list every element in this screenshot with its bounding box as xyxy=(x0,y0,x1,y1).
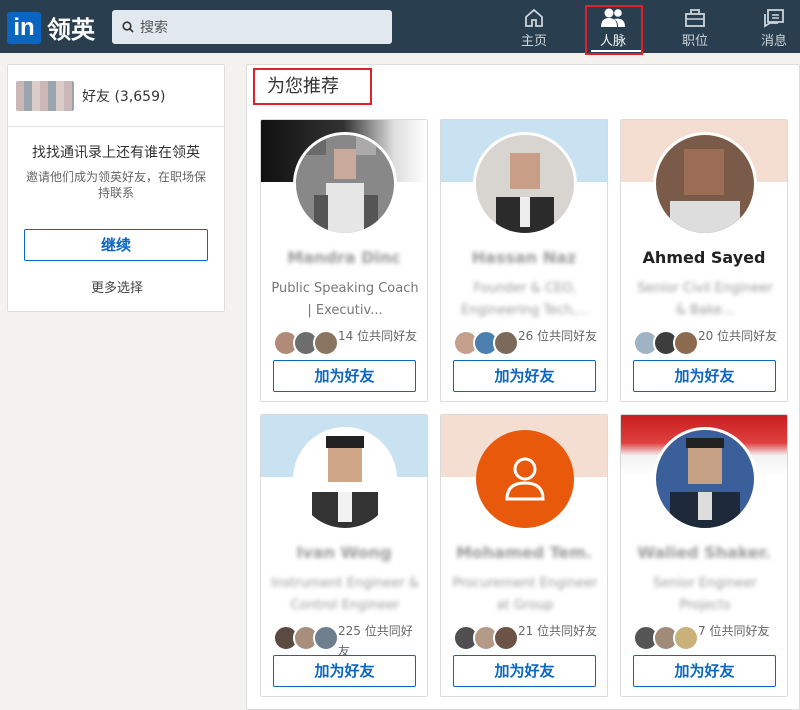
person-name[interactable]: Mandra Dinc xyxy=(261,248,427,267)
person-card[interactable]: Ivan Wong Instrument Engineer & Control … xyxy=(260,414,428,697)
linkedin-logo[interactable]: in 领英 xyxy=(7,10,95,45)
nav-messages[interactable]: 消息 xyxy=(761,6,787,52)
search-placeholder: 搜索 xyxy=(140,20,168,36)
mutual-friends-count[interactable]: 20 位共同好友 xyxy=(698,326,782,346)
person-card[interactable]: Ahmed Sayed Senior Civil Engineer & Bake… xyxy=(620,119,788,402)
person-headline: Founder & CEO, Engineering Tech,... xyxy=(461,281,589,318)
mutual-friends-avatars xyxy=(633,330,699,356)
nav-home-label: 主页 xyxy=(521,34,548,49)
person-name[interactable]: Walied Shaker. xyxy=(621,543,787,562)
friends-count: 好友 (3,659) xyxy=(82,88,166,105)
mutual-friends-avatars xyxy=(453,625,519,651)
avatar xyxy=(493,330,519,356)
mutual-friends-count[interactable]: 21 位共同好友 xyxy=(518,621,602,641)
home-icon xyxy=(523,6,545,30)
nav-jobs[interactable]: 职位 xyxy=(682,6,708,52)
logo-mark: in xyxy=(7,11,41,44)
person-headline: Senior Civil Engineer & Bake... xyxy=(637,281,773,318)
person-card[interactable]: Hassan Naz Founder & CEO, Engineering Te… xyxy=(440,119,608,402)
search-input[interactable]: 搜索 xyxy=(112,10,392,44)
nav-home[interactable]: 主页 xyxy=(521,6,547,52)
nav-active-underline xyxy=(591,50,641,52)
add-friend-button[interactable]: 加为好友 xyxy=(633,655,776,687)
avatar xyxy=(673,330,699,356)
person-headline: Senior Engineer Projects xyxy=(653,576,757,613)
mutual-friends-avatars xyxy=(273,330,339,356)
profile-photo[interactable] xyxy=(473,427,577,531)
person-name[interactable]: Mohamed Tem. xyxy=(441,543,607,562)
person-name[interactable]: Hassan Naz xyxy=(441,248,607,267)
avatar xyxy=(16,80,74,111)
avatar xyxy=(313,330,339,356)
avatar xyxy=(673,625,699,651)
person-headline: Procurement Engineer at Group xyxy=(452,576,598,613)
person-card[interactable]: Mohamed Tem. Procurement Engineer at Gro… xyxy=(440,414,608,697)
search-icon xyxy=(122,21,134,33)
more-options-link[interactable]: 更多选择 xyxy=(8,277,226,296)
avatar xyxy=(493,625,519,651)
profile-photo[interactable] xyxy=(293,132,397,236)
person-card[interactable]: Walied Shaker. Senior Engineer Projects … xyxy=(620,414,788,697)
default-avatar-icon xyxy=(476,430,574,528)
person-name[interactable]: Ahmed Sayed xyxy=(621,248,787,267)
profile-photo[interactable] xyxy=(473,132,577,236)
nav-jobs-label: 职位 xyxy=(682,34,709,49)
person-card[interactable]: Mandra Dinc Public Speaking Coach | Exec… xyxy=(260,119,428,402)
add-friend-button[interactable]: 加为好友 xyxy=(633,360,776,392)
mutual-friends-avatars xyxy=(633,625,699,651)
mutual-friends-avatars xyxy=(273,625,339,651)
mutual-friends-count[interactable]: 14 位共同好友 xyxy=(338,326,422,346)
add-friend-button[interactable]: 加为好友 xyxy=(453,655,596,687)
avatar xyxy=(313,625,339,651)
continue-button[interactable]: 继续 xyxy=(24,229,208,261)
nav-messages-label: 消息 xyxy=(761,34,788,49)
logo-text: 领英 xyxy=(47,16,95,44)
mutual-friends-avatars xyxy=(453,330,519,356)
mutual-friends-count[interactable]: 7 位共同好友 xyxy=(698,621,782,641)
mutual-friends-count[interactable]: 26 位共同好友 xyxy=(518,326,602,346)
import-subtitle: 邀请他们成为领英好友，在职场保持联系 xyxy=(25,170,206,200)
person-headline: Public Speaking Coach | Executiv... xyxy=(271,281,419,318)
person-headline: Instrument Engineer & Control Engineer xyxy=(271,576,419,613)
profile-photo[interactable] xyxy=(653,132,757,236)
nav-people-highlight-box xyxy=(585,5,643,55)
add-friend-button[interactable]: 加为好友 xyxy=(273,360,416,392)
top-navigation-bar: in 领英 搜索 主页 人脉 职位 消息 xyxy=(0,0,800,53)
person-name[interactable]: Ivan Wong xyxy=(261,543,427,562)
briefcase-icon xyxy=(683,6,707,30)
contacts-import-card: 好友 (3,659) 找找通讯录上还有谁在领英 邀请他们成为领英好友，在职场保持… xyxy=(7,64,225,312)
messages-icon xyxy=(762,6,786,30)
add-friend-button[interactable]: 加为好友 xyxy=(453,360,596,392)
import-title: 找找通讯录上还有谁在领英 xyxy=(32,145,200,161)
profile-photo[interactable] xyxy=(653,427,757,531)
section-title: 为您推荐 xyxy=(253,68,372,105)
friends-summary[interactable]: 好友 (3,659) xyxy=(8,65,224,127)
profile-photo[interactable] xyxy=(293,427,397,531)
add-friend-button[interactable]: 加为好友 xyxy=(273,655,416,687)
